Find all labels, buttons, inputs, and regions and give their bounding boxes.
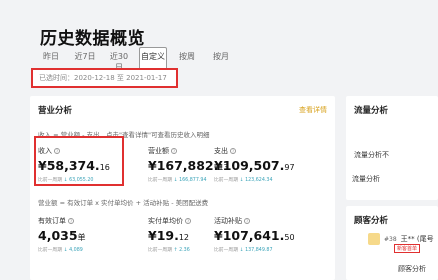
metric-avg-dec: 12 bbox=[178, 233, 190, 242]
metric-subsidy-dec: 50 bbox=[284, 233, 295, 242]
metric-avg-price: 实付单均价? ¥19.12 比前一周期 ↑ 2.36 bbox=[148, 216, 191, 253]
flow-analysis-title: 流量分析 bbox=[354, 106, 389, 116]
metric-avg-compare: 比前一周期 bbox=[148, 248, 172, 253]
metric-revenue-int: ¥167,882. bbox=[148, 158, 219, 173]
metric-revenue-delta: ↓ 166,877.94 bbox=[173, 178, 207, 183]
metric-expense-dec: 97 bbox=[284, 163, 295, 172]
metric-revenue-label: 营业额 bbox=[148, 147, 169, 155]
customer-analysis-link[interactable]: 顾客分析 bbox=[398, 264, 426, 274]
metric-avg-delta: ↑ 2.36 bbox=[173, 248, 190, 253]
info-icon[interactable]: ? bbox=[171, 148, 177, 154]
customer-analysis-title: 顾客分析 bbox=[354, 216, 389, 226]
metric-avg-label: 实付单均价 bbox=[148, 217, 183, 225]
selected-date-range[interactable]: 已选时间：2020-12-18 至 2021-01-17 bbox=[31, 68, 178, 88]
info-icon[interactable]: ? bbox=[244, 218, 250, 224]
metric-orders-compare: 比前一周期 bbox=[38, 248, 62, 253]
metric-subsidy: 活动补贴? ¥107,641.50 比前一周期 ↓ 137,849.87 bbox=[214, 216, 295, 253]
customer-name: 王** (尾号 bbox=[400, 235, 434, 243]
info-icon[interactable]: ? bbox=[230, 148, 236, 154]
flow-analysis-sub[interactable]: 流量分析 bbox=[352, 174, 380, 184]
metric-subsidy-compare: 比前一周期 bbox=[214, 248, 238, 253]
metric-expense: 支出? ¥109,507.97 比前一周期 ↓ 123,624.34 bbox=[214, 146, 295, 183]
metric-avg-int: ¥19. bbox=[148, 228, 179, 243]
metric-subsidy-label: 活动补贴 bbox=[214, 217, 242, 225]
new-customer-badge: 新客首单 bbox=[394, 244, 421, 253]
metric-subsidy-int: ¥107,641. bbox=[214, 228, 285, 243]
flow-analysis-text: 流量分析不 bbox=[354, 151, 389, 159]
info-icon[interactable]: ? bbox=[185, 218, 191, 224]
metric-expense-label: 支出 bbox=[214, 147, 228, 155]
customer-avatar bbox=[368, 233, 380, 245]
metric-orders-delta: ↓ 4,089 bbox=[63, 248, 83, 253]
revenue-formula: 营业额 = 有效订单 x 实付单均价 + 活动补贴 - 美团配送费 bbox=[38, 199, 209, 207]
metric-expense-int: ¥109,507. bbox=[214, 158, 285, 173]
business-analysis-panel: 营业分析 查看详情 收入 = 营业额 - 支出，点击"查看详情"可查看历史收入明… bbox=[30, 96, 335, 280]
metric-revenue-compare: 比前一周期 bbox=[148, 178, 172, 183]
metric-expense-delta: ↓ 123,624.34 bbox=[239, 178, 273, 183]
tab-monthly[interactable]: 按月 bbox=[207, 47, 235, 77]
business-analysis-title: 营业分析 bbox=[38, 106, 73, 116]
flow-analysis-panel: 流量分析 流量分析不 流量分析 bbox=[346, 96, 438, 200]
income-highlight-box bbox=[34, 136, 124, 186]
metric-subsidy-delta: ↓ 137,849.87 bbox=[239, 248, 273, 253]
view-detail-link[interactable]: 查看详情 bbox=[299, 105, 327, 115]
metric-orders-int: 4,035 bbox=[38, 228, 78, 243]
metric-valid-orders: 有效订单? 4,035单 比前一周期 ↓ 4,089 bbox=[38, 216, 86, 253]
info-icon[interactable]: ? bbox=[68, 218, 74, 224]
metric-orders-dec: 单 bbox=[77, 233, 86, 242]
metric-orders-label: 有效订单 bbox=[38, 217, 66, 225]
page-title: 历史数据概览 bbox=[40, 29, 145, 49]
metric-expense-compare: 比前一周期 bbox=[214, 178, 238, 183]
customer-rank: #38 bbox=[384, 235, 397, 243]
